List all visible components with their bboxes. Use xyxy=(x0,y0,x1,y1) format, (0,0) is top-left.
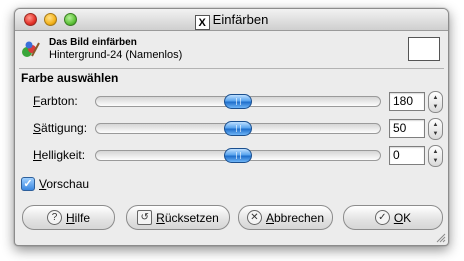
colorize-tool-icon xyxy=(22,41,40,57)
arrow-up-icon[interactable]: ▲ xyxy=(429,94,442,102)
hue-slider-handle[interactable] xyxy=(224,94,252,109)
arrow-down-icon[interactable]: ▼ xyxy=(429,130,442,138)
layer-thumbnail xyxy=(408,37,440,61)
section-title: Farbe auswählen xyxy=(21,71,119,85)
hue-value-input[interactable]: 180 xyxy=(389,92,425,111)
lightness-row: Helligkeit: 0 ▲ ▼ xyxy=(15,145,448,167)
dialog-title: Das Bild einfärben xyxy=(49,37,137,48)
cancel-button[interactable]: ✕ Abbrechen xyxy=(238,205,333,230)
layer-name: Hintergrund-24 (Namenlos) xyxy=(49,49,183,61)
lightness-spinner[interactable]: ▲ ▼ xyxy=(428,145,443,167)
arrow-up-icon[interactable]: ▲ xyxy=(429,148,442,156)
hue-label: Farbton: xyxy=(33,94,78,108)
arrow-down-icon[interactable]: ▼ xyxy=(429,103,442,111)
reset-icon: ↺ xyxy=(137,210,153,225)
window-title: X Einfärben xyxy=(15,12,448,30)
saturation-slider-handle[interactable] xyxy=(224,121,252,136)
lightness-slider-handle[interactable] xyxy=(224,148,252,163)
saturation-label: Sättigung: xyxy=(33,121,88,135)
x11-icon: X xyxy=(194,15,210,30)
saturation-value-input[interactable]: 50 xyxy=(389,119,425,138)
hue-row: Farbton: 180 ▲ ▼ xyxy=(15,91,448,113)
arrow-up-icon[interactable]: ▲ xyxy=(429,121,442,129)
lightness-slider[interactable] xyxy=(95,148,381,163)
header-divider xyxy=(19,68,444,69)
title-bar[interactable]: X Einfärben xyxy=(15,9,448,31)
saturation-slider[interactable] xyxy=(95,121,381,136)
lightness-label: Helligkeit: xyxy=(33,148,86,162)
arrow-down-icon[interactable]: ▼ xyxy=(429,157,442,165)
ok-icon: ✓ xyxy=(374,210,390,225)
resize-grip-icon[interactable] xyxy=(434,231,446,243)
reset-button[interactable]: ↺ Rücksetzen xyxy=(126,205,230,230)
help-button[interactable]: ? Hilfe xyxy=(22,205,115,230)
hue-slider[interactable] xyxy=(95,94,381,109)
help-icon: ? xyxy=(46,210,62,225)
lightness-value-input[interactable]: 0 xyxy=(389,146,425,165)
cancel-icon: ✕ xyxy=(246,210,262,225)
preview-label[interactable]: Vorschau xyxy=(39,177,89,191)
hue-spinner[interactable]: ▲ ▼ xyxy=(428,91,443,113)
preview-checkbox[interactable]: ✓ xyxy=(21,177,35,191)
saturation-row: Sättigung: 50 ▲ ▼ xyxy=(15,118,448,140)
colorize-dialog: X Einfärben Das Bild einfärben Hintergrun… xyxy=(14,8,449,246)
saturation-spinner[interactable]: ▲ ▼ xyxy=(428,118,443,140)
dialog-header: Das Bild einfärben Hintergrund-24 (Namen… xyxy=(15,32,448,68)
ok-button[interactable]: ✓ OK xyxy=(343,205,443,230)
